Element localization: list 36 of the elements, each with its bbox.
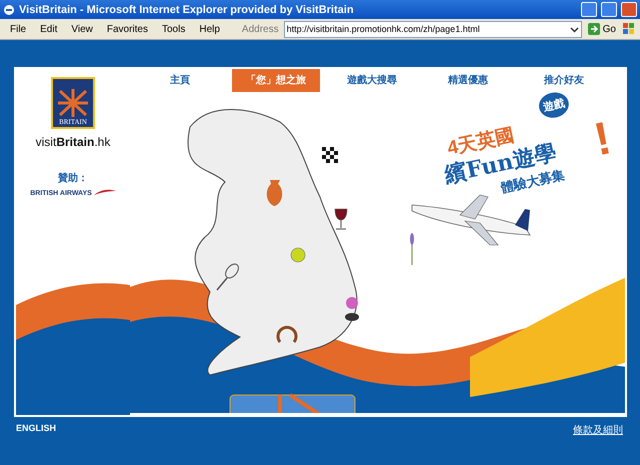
menu-item[interactable]: Edit bbox=[34, 24, 64, 34]
windows-logo-icon bbox=[622, 22, 636, 36]
close-button[interactable] bbox=[621, 2, 637, 17]
window-title: VisitBritain - Microsoft Internet Explorer provided by VisitBritain bbox=[19, 4, 355, 16]
address-field[interactable]: http://visitbritain.promotionhk.com/zh/page1.html bbox=[284, 20, 582, 38]
exclamation-mark: ! bbox=[589, 110, 616, 166]
go-button[interactable]: Go bbox=[584, 23, 620, 35]
nav-tab[interactable]: 推介好友 bbox=[520, 69, 608, 92]
wine-glass-icon bbox=[334, 208, 348, 230]
sponsor-label: 贊助： bbox=[58, 172, 88, 185]
game-badge: 遊戲 bbox=[536, 90, 572, 120]
nav-tab[interactable]: 遊戲大搜尋 bbox=[328, 69, 416, 92]
menu-item[interactable]: Help bbox=[193, 24, 226, 34]
whisk-icon bbox=[216, 264, 239, 290]
horseshoe-icon bbox=[276, 326, 298, 343]
swoosh-icon bbox=[94, 189, 116, 197]
menu-item[interactable]: Favorites bbox=[100, 24, 154, 34]
minimize-button[interactable] bbox=[581, 2, 597, 17]
nav-tab[interactable]: 主頁 bbox=[136, 69, 224, 92]
menu-item[interactable]: Tools bbox=[156, 24, 192, 34]
dropdown-icon[interactable] bbox=[570, 24, 579, 34]
site-name: visitBritain.hk bbox=[36, 135, 110, 149]
address-label: Address bbox=[242, 24, 279, 34]
tennis-ball-icon bbox=[290, 248, 306, 262]
maximize-button[interactable] bbox=[601, 2, 617, 17]
nav-tab[interactable]: 精選優惠 bbox=[424, 69, 512, 92]
terms-link[interactable]: 條款及細則 bbox=[573, 423, 623, 437]
vase-icon bbox=[266, 180, 282, 206]
lavender-icon bbox=[410, 233, 414, 266]
language-link[interactable]: ENGLISH bbox=[16, 423, 56, 437]
flower-icon bbox=[345, 297, 359, 321]
checkered-flag-icon bbox=[322, 147, 338, 163]
menu-item[interactable]: File bbox=[4, 24, 32, 34]
menu-item[interactable]: View bbox=[65, 24, 99, 34]
browser-icon bbox=[3, 4, 15, 16]
go-arrow-icon bbox=[588, 23, 600, 35]
